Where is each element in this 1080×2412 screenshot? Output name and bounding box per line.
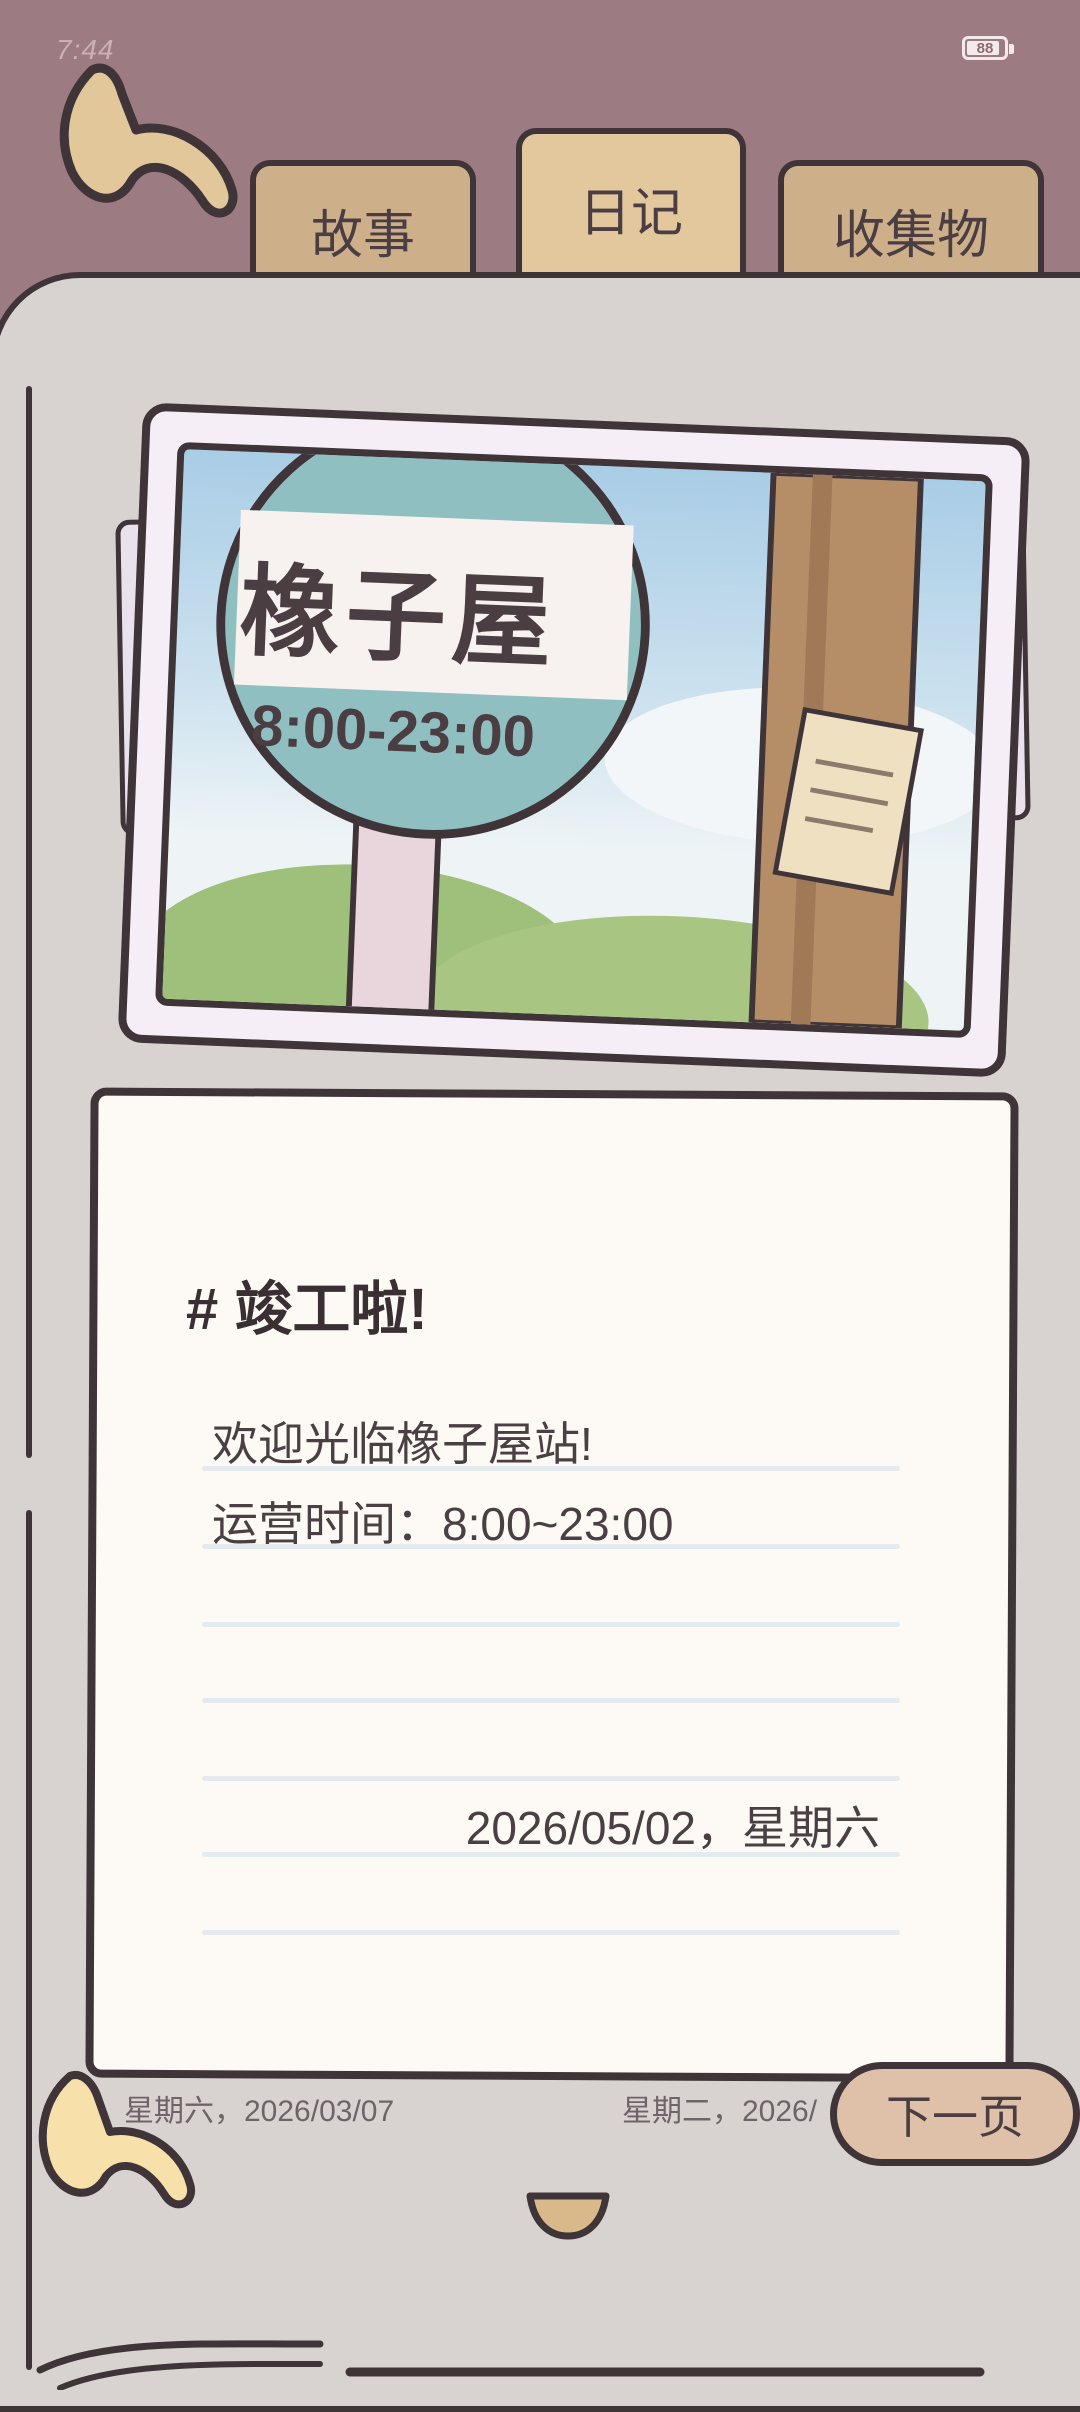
ruled-line: [202, 1622, 900, 1627]
back-arrow-icon[interactable]: [52, 60, 242, 230]
entry-date: 2026/05/02，星期六: [465, 1802, 880, 1854]
ruled-line: [202, 1776, 900, 1781]
sign-title: 橡子屋: [237, 555, 560, 681]
tab-story[interactable]: 故事: [250, 160, 476, 282]
page-tab-icon[interactable]: [524, 2190, 612, 2240]
tab-story-label: 故事: [310, 207, 415, 265]
page-edges: [36, 2340, 985, 2390]
battery-level: 88: [976, 39, 994, 57]
spine-line: [26, 386, 32, 1458]
tab-diary-label: 日记: [578, 184, 683, 243]
battery-icon: 88: [962, 36, 1014, 60]
tab-collection-label: 收集物: [832, 207, 989, 265]
previous-page-arrow-icon[interactable]: [30, 2070, 200, 2220]
entry-title: # 竣工啦!: [186, 1277, 428, 1342]
diary-photo: 橡子屋 8:00-23:00: [117, 402, 1031, 1078]
spine-line-lower: [26, 1510, 32, 2370]
sign-hours: 8:00-23:00: [250, 693, 537, 770]
ruled-line: [202, 1544, 900, 1549]
next-page-button[interactable]: 下一页: [830, 2062, 1080, 2166]
preview-right-date: 星期二，2026/: [622, 2095, 818, 2128]
next-page-label: 下一页: [886, 2091, 1024, 2143]
entry-line-1: 欢迎光临橡子屋站!: [212, 1418, 593, 1470]
ruled-line: [202, 1466, 900, 1471]
tab-collection[interactable]: 收集物: [778, 160, 1044, 282]
ruled-line: [202, 1930, 900, 1935]
ruled-line: [202, 1698, 900, 1703]
tab-diary[interactable]: 日记: [516, 128, 746, 282]
photo-scene: 橡子屋 8:00-23:00: [155, 441, 993, 1039]
